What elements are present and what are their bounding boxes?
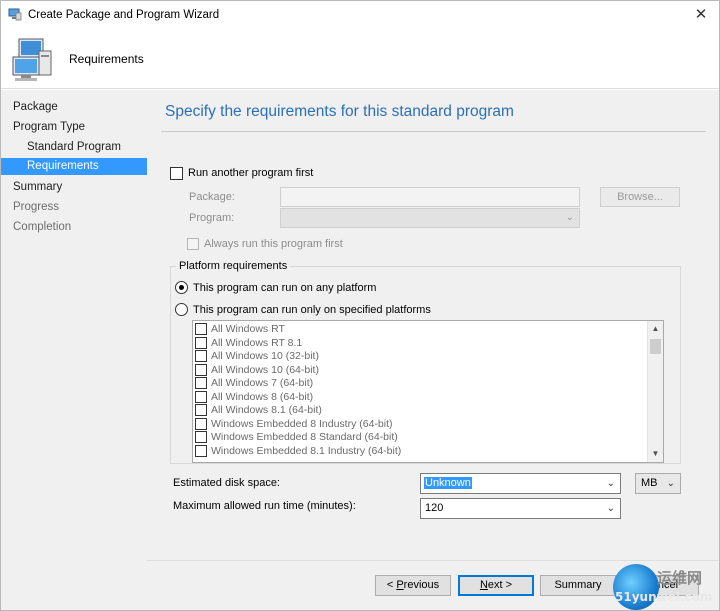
- package-field[interactable]: [280, 187, 580, 207]
- list-item[interactable]: All Windows 10 (64-bit): [193, 363, 648, 377]
- max-runtime-label: Maximum allowed run time (minutes):: [173, 500, 356, 512]
- previous-button[interactable]: < Previous: [375, 575, 451, 596]
- close-icon: ✕: [694, 6, 708, 23]
- platform-checkbox[interactable]: [195, 350, 207, 362]
- list-item[interactable]: All Windows 8 (64-bit): [193, 390, 648, 404]
- platform-checkbox[interactable]: [195, 431, 207, 443]
- max-runtime-value[interactable]: 120: [424, 502, 444, 514]
- window-title: Create Package and Program Wizard: [28, 9, 220, 21]
- disk-space-label: Estimated disk space:: [173, 477, 280, 489]
- disk-unit-value: MB: [641, 477, 658, 489]
- wizard-window: Create Package and Program Wizard ✕ Requ…: [0, 0, 720, 611]
- chevron-down-icon[interactable]: ⌄: [607, 503, 615, 514]
- scroll-up-icon[interactable]: ▲: [648, 321, 663, 337]
- list-item[interactable]: Windows Embedded 8.1 Industry (64-bit): [193, 444, 648, 458]
- list-item[interactable]: All Windows RT 8.1: [193, 336, 648, 350]
- summary-button[interactable]: Summary: [540, 575, 616, 596]
- list-item[interactable]: All Windows 7 (64-bit): [193, 376, 648, 390]
- platform-list-scrollbar[interactable]: ▲ ▼: [647, 321, 663, 462]
- sidebar-item-completion: Completion: [13, 221, 72, 233]
- program-select[interactable]: ⌄: [280, 208, 580, 228]
- list-item[interactable]: Windows Embedded 8 Industry (64-bit): [193, 417, 648, 431]
- disk-space-combo[interactable]: Unknown ⌄: [420, 473, 621, 494]
- scrollbar-thumb[interactable]: [650, 339, 661, 354]
- watermark-subtext: 51yunwei.com: [615, 590, 713, 604]
- platform-list[interactable]: All Windows RT All Windows RT 8.1 All Wi…: [192, 320, 664, 463]
- platform-checkbox[interactable]: [195, 391, 207, 403]
- sidebar-item-requirements[interactable]: Requirements: [1, 158, 147, 175]
- platform-checkbox[interactable]: [195, 445, 207, 457]
- next-button[interactable]: Next >: [458, 575, 534, 596]
- specified-platforms-radio[interactable]: [175, 303, 188, 316]
- list-item[interactable]: All Windows RT: [193, 322, 648, 336]
- list-item[interactable]: Windows Embedded 8 Standard (64-bit): [193, 430, 648, 444]
- platform-checkbox[interactable]: [195, 404, 207, 416]
- computer-wizard-icon: [12, 38, 52, 81]
- list-item[interactable]: All Windows 8.1 (64-bit): [193, 403, 648, 417]
- list-item[interactable]: All Windows 10 (32-bit): [193, 349, 648, 363]
- sidebar-item-standard-program[interactable]: Standard Program: [1, 139, 147, 156]
- run-another-program-label: Run another program first: [188, 167, 314, 179]
- wizard-header: Requirements: [1, 29, 719, 89]
- sidebar-item-program-type[interactable]: Program Type: [1, 119, 147, 136]
- program-label: Program:: [189, 212, 235, 224]
- platform-checkbox[interactable]: [195, 364, 207, 376]
- watermark-text: 运维网: [657, 569, 703, 587]
- site-watermark: 运维网 51yunwei.com: [613, 564, 719, 610]
- disk-space-unit-select[interactable]: MB ⌄: [635, 473, 681, 494]
- section-heading: Specify the requirements for this standa…: [165, 103, 514, 120]
- specified-platforms-label: This program can run only on specified p…: [193, 304, 431, 316]
- scroll-down-icon[interactable]: ▼: [648, 446, 663, 462]
- always-run-checkbox[interactable]: [187, 238, 199, 250]
- chevron-down-icon: ⌄: [666, 478, 675, 489]
- platform-requirements-title: Platform requirements: [176, 260, 291, 272]
- close-button[interactable]: ✕: [683, 1, 719, 27]
- always-run-label: Always run this program first: [204, 238, 343, 250]
- package-label: Package:: [189, 191, 235, 203]
- heading-divider: [161, 131, 706, 132]
- platform-checkbox[interactable]: [195, 377, 207, 389]
- page-title: Requirements: [69, 52, 144, 66]
- title-bar: Create Package and Program Wizard ✕: [1, 1, 719, 29]
- browse-button[interactable]: Browse...: [600, 187, 680, 207]
- sidebar-item-summary[interactable]: Summary: [1, 179, 147, 196]
- any-platform-label: This program can run on any platform: [193, 282, 377, 294]
- platform-checkbox[interactable]: [195, 418, 207, 430]
- sidebar-item-progress: Progress: [13, 201, 60, 213]
- wizard-app-icon: [8, 8, 22, 21]
- sidebar-item-package[interactable]: Package: [1, 99, 147, 116]
- disk-space-value[interactable]: Unknown: [424, 477, 472, 489]
- max-runtime-combo[interactable]: 120 ⌄: [420, 498, 621, 519]
- platform-checkbox[interactable]: [195, 337, 207, 349]
- platform-checkbox[interactable]: [195, 323, 207, 335]
- any-platform-radio[interactable]: [175, 281, 188, 294]
- chevron-down-icon: ⌄: [565, 212, 574, 223]
- run-another-program-checkbox[interactable]: [170, 167, 183, 180]
- chevron-down-icon[interactable]: ⌄: [607, 478, 615, 489]
